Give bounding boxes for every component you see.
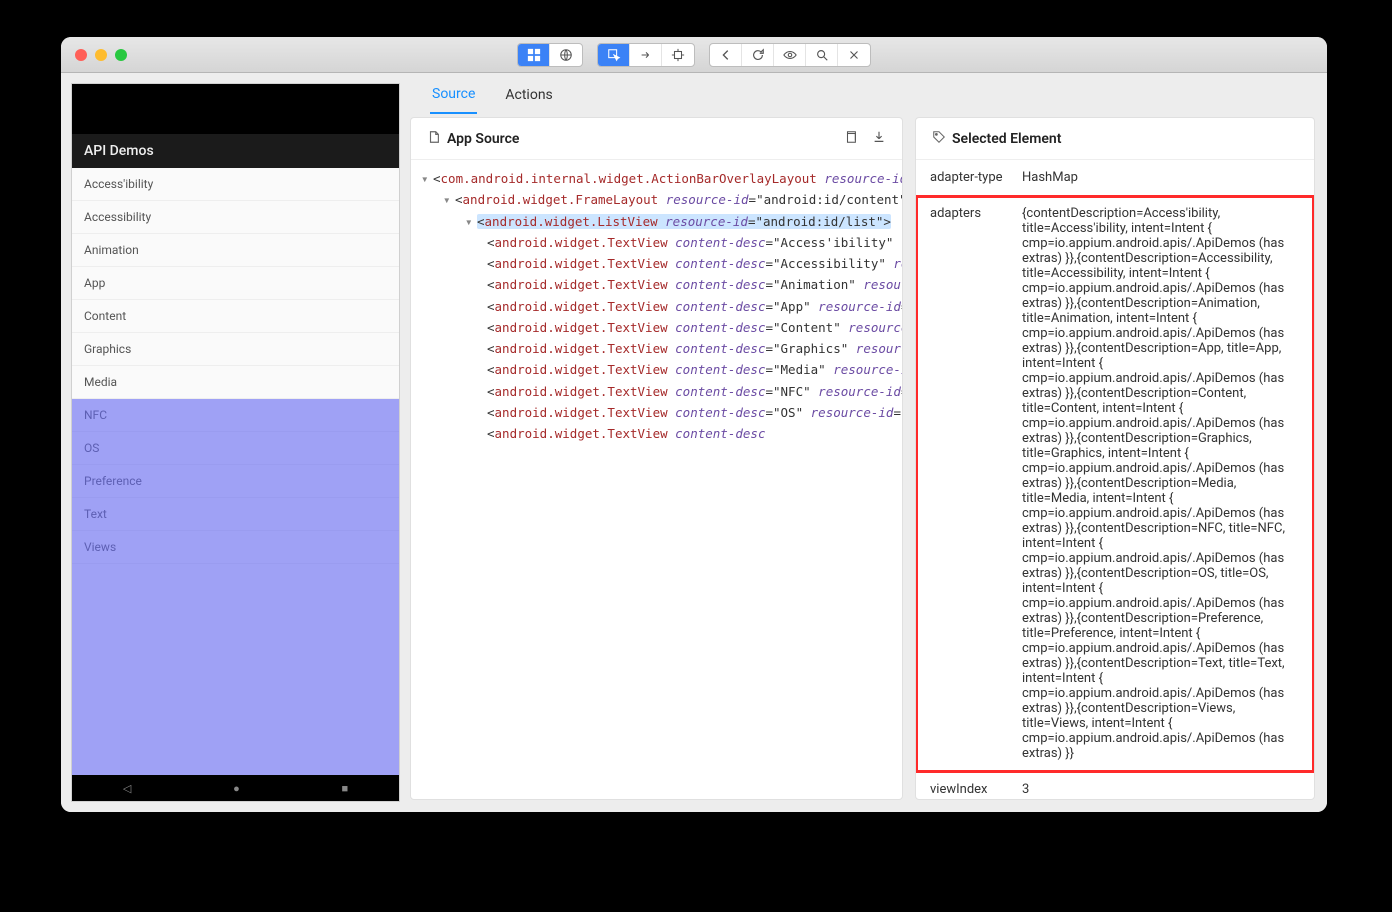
source-panel-header: App Source: [411, 118, 902, 160]
selected-panel-title: Selected Element: [952, 131, 1061, 147]
device-list-item[interactable]: Media: [72, 366, 399, 399]
search-button[interactable]: [806, 44, 838, 66]
native-mode-button[interactable]: [518, 44, 550, 66]
view-mode-group: [517, 43, 583, 67]
attr-key: viewIndex: [930, 782, 1022, 797]
attribute-table: adapter-type HashMap adapters {contentDe…: [916, 160, 1314, 799]
close-window-button[interactable]: [75, 49, 87, 61]
device-list-item[interactable]: Text: [72, 498, 399, 531]
panels: App Source ▾<com.android.internal.widget…: [410, 117, 1315, 800]
attr-row-adapters: adapters {contentDescription=Access'ibil…: [916, 196, 1314, 772]
attr-value: {contentDescription=Access'ibility, titl…: [1022, 206, 1300, 761]
inspector-window: API Demos Access'ibilityAccessibilityAni…: [61, 37, 1327, 812]
tap-coordinates-button[interactable]: [662, 44, 694, 66]
attr-row-viewindex: viewIndex 3: [916, 772, 1314, 799]
titlebar: [61, 37, 1327, 73]
device-list-item[interactable]: NFC: [72, 399, 399, 432]
attr-key: adapter-type: [930, 170, 1022, 185]
device-list-item[interactable]: Preference: [72, 465, 399, 498]
selected-element-panel: Selected Element adapter-type HashMap ad…: [915, 117, 1315, 800]
android-statusbar: [72, 84, 399, 134]
minimize-window-button[interactable]: [95, 49, 107, 61]
eye-button[interactable]: [774, 44, 806, 66]
back-button[interactable]: [710, 44, 742, 66]
attr-key: adapters: [930, 206, 1022, 761]
device-list-item[interactable]: Views: [72, 531, 399, 564]
nav-back-icon[interactable]: ◁: [123, 782, 131, 795]
device-list-item[interactable]: Graphics: [72, 333, 399, 366]
tabs: Source Actions: [410, 73, 1315, 117]
tab-actions[interactable]: Actions: [503, 77, 554, 113]
quit-button[interactable]: [838, 44, 870, 66]
nav-home-icon[interactable]: ●: [233, 782, 240, 795]
attr-value: 3: [1022, 782, 1300, 797]
source-panel-title: App Source: [447, 131, 519, 147]
device-list-item[interactable]: OS: [72, 432, 399, 465]
maximize-window-button[interactable]: [115, 49, 127, 61]
web-mode-button[interactable]: [550, 44, 582, 66]
copy-xml-button[interactable]: [844, 130, 858, 148]
right-pane: Source Actions App Source ▾<com.android.…: [410, 73, 1327, 812]
tag-icon: [932, 130, 946, 148]
window-controls: [75, 49, 127, 61]
android-appbar: API Demos: [72, 134, 399, 168]
device-list-item[interactable]: Access'ibility: [72, 168, 399, 201]
device-list-item[interactable]: App: [72, 267, 399, 300]
content-area: API Demos Access'ibilityAccessibilityAni…: [61, 73, 1327, 812]
attr-value: HashMap: [1022, 170, 1300, 185]
nav-group: [709, 43, 871, 67]
file-icon: [427, 130, 441, 148]
toolbar: [517, 43, 871, 67]
inspect-group: [597, 43, 695, 67]
device-list-area: Access'ibilityAccessibilityAnimationAppC…: [72, 168, 399, 775]
app-source-panel: App Source ▾<com.android.internal.widget…: [410, 117, 903, 800]
attr-row-adapter-type: adapter-type HashMap: [916, 160, 1314, 196]
source-tree[interactable]: ▾<com.android.internal.widget.ActionBarO…: [411, 160, 902, 799]
download-xml-button[interactable]: [872, 130, 886, 148]
device-list-item[interactable]: Content: [72, 300, 399, 333]
device-list-item[interactable]: Accessibility: [72, 201, 399, 234]
select-element-button[interactable]: [598, 44, 630, 66]
selected-panel-header: Selected Element: [916, 118, 1314, 160]
device-screen[interactable]: API Demos Access'ibilityAccessibilityAni…: [71, 83, 400, 802]
tab-source[interactable]: Source: [430, 76, 477, 114]
device-pane: API Demos Access'ibilityAccessibilityAni…: [61, 73, 410, 812]
device-list-item[interactable]: Animation: [72, 234, 399, 267]
app-title: API Demos: [84, 143, 154, 159]
android-navbar: ◁ ● ■: [72, 775, 399, 801]
nav-recent-icon[interactable]: ■: [341, 782, 348, 795]
swipe-button[interactable]: [630, 44, 662, 66]
refresh-button[interactable]: [742, 44, 774, 66]
